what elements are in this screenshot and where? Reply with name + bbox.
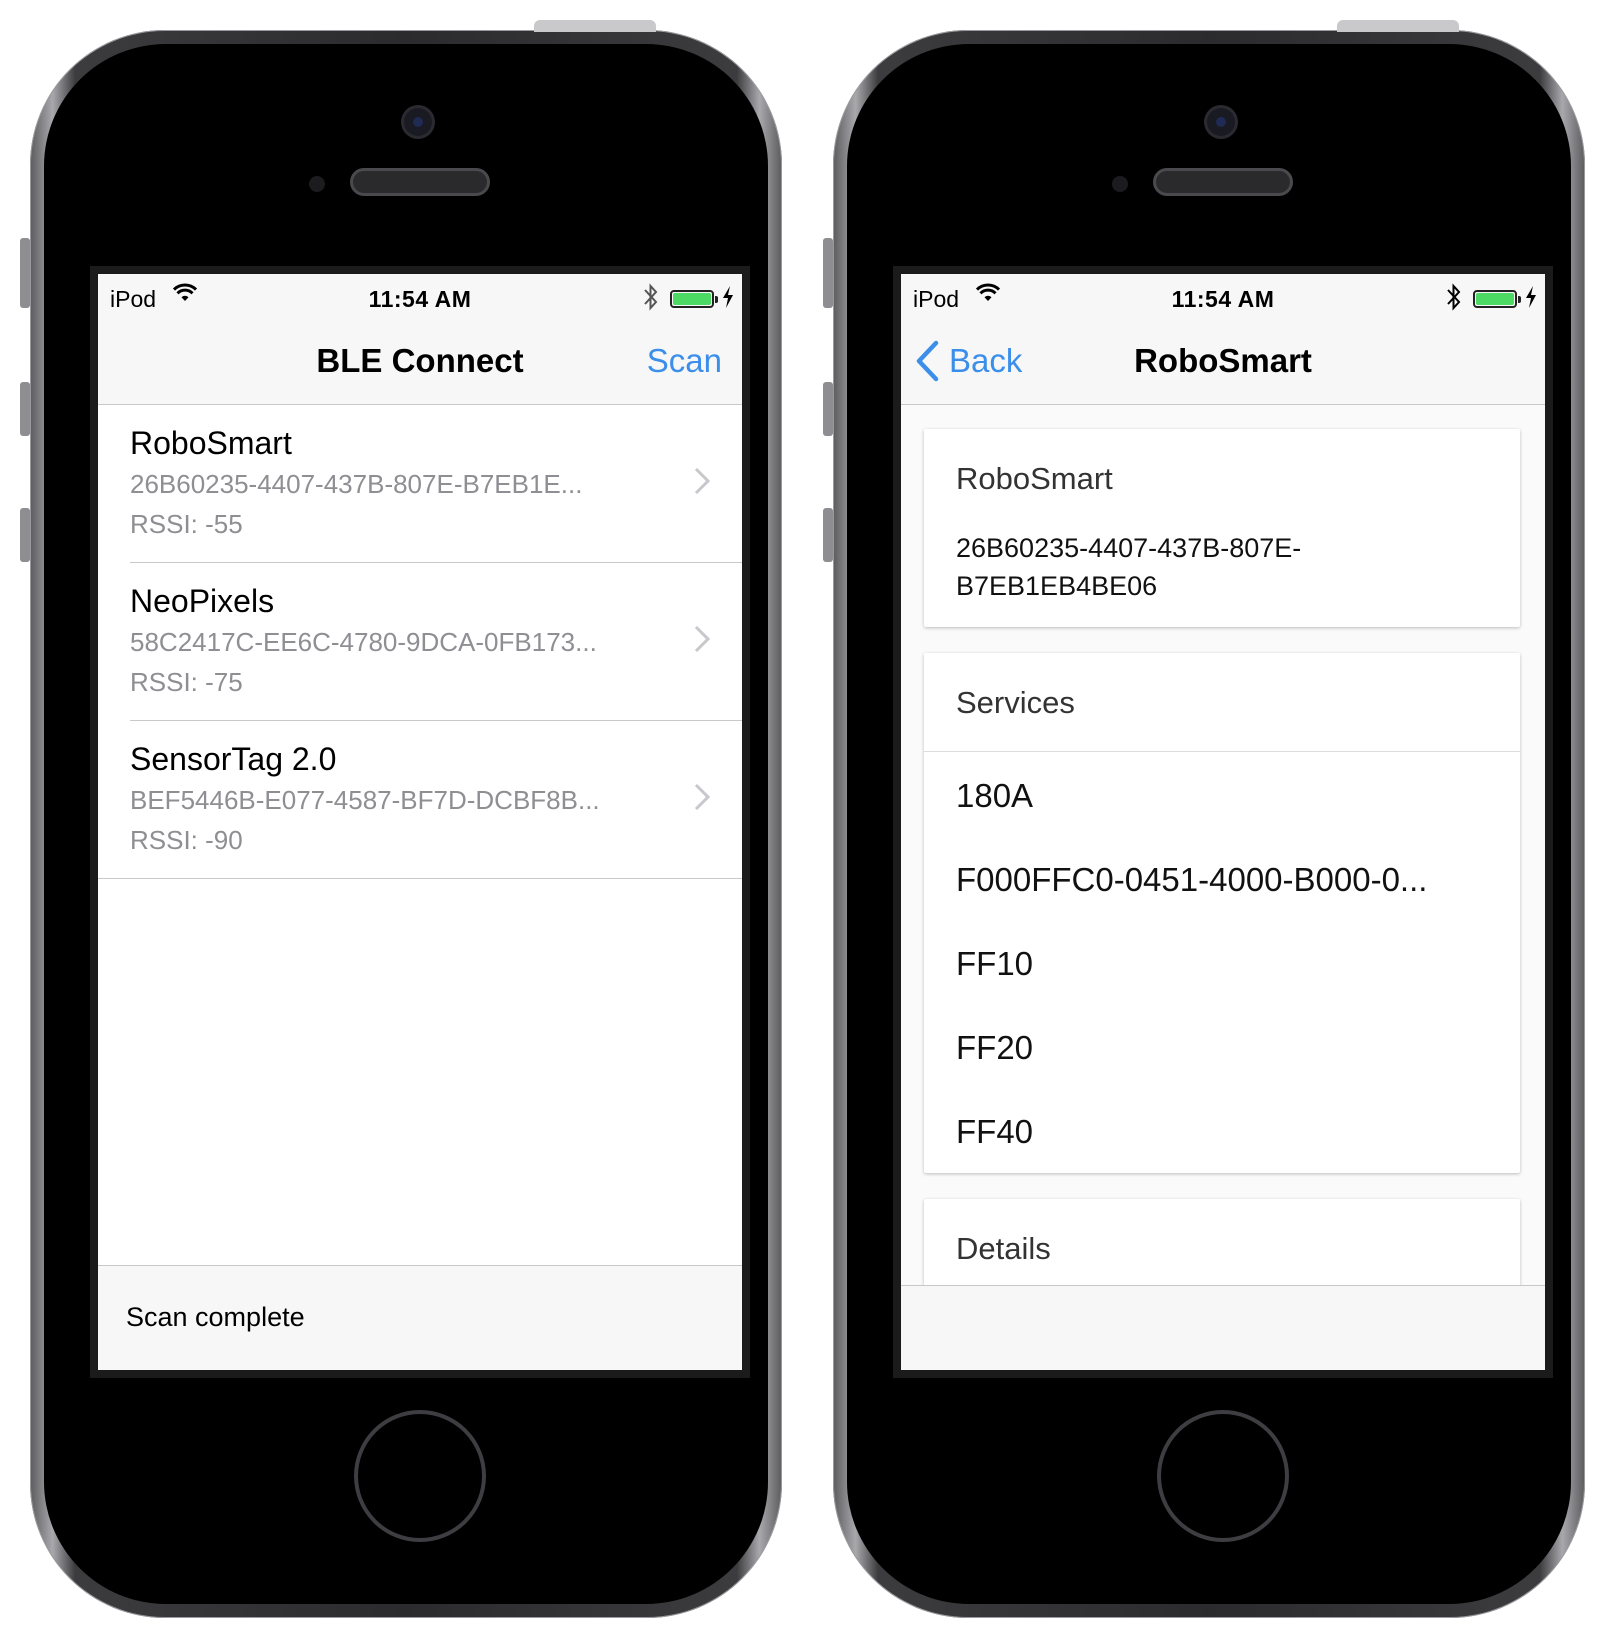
chevron-right-icon: [694, 625, 711, 658]
camera-icon: [404, 108, 432, 136]
device-info-card: RoboSmart 26B60235-4407-437B-807E- B7EB1…: [924, 429, 1520, 627]
device-rssi: RSSI: -90: [130, 825, 243, 855]
service-item[interactable]: FF10: [956, 945, 1033, 983]
device-row-robosmart[interactable]: RoboSmart 26B60235-4407-437B-807E-B7EB1E…: [98, 405, 742, 563]
row-separator: [98, 878, 742, 879]
device-name: RoboSmart: [956, 461, 1113, 496]
device-list: RoboSmart 26B60235-4407-437B-807E-B7EB1E…: [98, 405, 742, 879]
device-rssi: RSSI: -55: [130, 509, 243, 539]
page-title: RoboSmart: [1134, 342, 1312, 379]
home-button[interactable]: [1157, 1410, 1289, 1542]
service-item[interactable]: F000FFC0-0451-4000-B000-0...: [956, 861, 1427, 899]
device-uuid: 26B60235-4407-437B-807E- B7EB1EB4BE06: [956, 529, 1386, 605]
charging-bolt-icon: [722, 285, 734, 315]
device-row-neopixels[interactable]: NeoPixels 58C2417C-EE6C-4780-9DCA-0FB173…: [98, 563, 742, 721]
device-list-screen: iPod 11:54 AM BLE Connect Scan RoboSmart…: [98, 274, 742, 1370]
device-row-sensortag[interactable]: SensorTag 2.0 BEF5446B-E077-4587-BF7D-DC…: [98, 721, 742, 879]
device-name: SensorTag 2.0: [130, 741, 337, 777]
sensor: [309, 176, 325, 192]
status-bar: iPod 11:54 AM: [98, 274, 742, 324]
camera-icon: [1207, 108, 1235, 136]
device-bezel: iPod 11:54 AM Back RoboSmart RoboSmart 2…: [847, 44, 1571, 1604]
device-frame-left: iPod 11:54 AM BLE Connect Scan RoboSmart…: [20, 20, 782, 1618]
detail-scroll-area[interactable]: RoboSmart 26B60235-4407-437B-807E- B7EB1…: [901, 405, 1545, 1286]
service-item[interactable]: FF20: [956, 1029, 1033, 1067]
status-bar: iPod 11:54 AM: [901, 274, 1545, 324]
service-item[interactable]: 180A: [956, 777, 1033, 815]
status-footer: Scan complete: [98, 1265, 742, 1370]
scan-status-text: Scan complete: [126, 1302, 305, 1332]
device-rssi: RSSI: -75: [130, 667, 243, 697]
charging-bolt-icon: [1525, 285, 1537, 315]
mute-switch: [823, 238, 833, 308]
scan-button[interactable]: Scan: [647, 342, 722, 380]
speaker-grille: [350, 168, 490, 196]
volume-up-button: [823, 382, 833, 436]
volume-up-button: [20, 382, 30, 436]
device-uuid: 58C2417C-EE6C-4780-9DCA-0FB173...: [130, 627, 597, 657]
services-divider: [924, 751, 1520, 752]
device-frame-right: iPod 11:54 AM Back RoboSmart RoboSmart 2…: [823, 20, 1585, 1618]
volume-down-button: [20, 508, 30, 562]
battery-icon: [1473, 290, 1521, 308]
details-header: Details: [956, 1231, 1051, 1266]
device-uuid: BEF5446B-E077-4587-BF7D-DCBF8B...: [130, 785, 600, 815]
device-uuid-line: B7EB1EB4BE06: [956, 571, 1158, 601]
device-uuid-line: 26B60235-4407-437B-807E-: [956, 533, 1302, 563]
services-card: Services 180A F000FFC0-0451-4000-B000-0.…: [924, 653, 1520, 1173]
bluetooth-icon: [1445, 282, 1463, 318]
service-item[interactable]: FF40: [956, 1113, 1033, 1151]
device-uuid: 26B60235-4407-437B-807E-B7EB1E...: [130, 469, 583, 499]
navigation-bar: BLE Connect Scan: [98, 324, 742, 405]
device-bezel: iPod 11:54 AM BLE Connect Scan RoboSmart…: [44, 44, 768, 1604]
power-button: [1337, 20, 1459, 32]
screen-frame: iPod 11:54 AM BLE Connect Scan RoboSmart…: [90, 266, 750, 1378]
volume-down-button: [823, 508, 833, 562]
sensor: [1112, 176, 1128, 192]
speaker-grille: [1153, 168, 1293, 196]
screen-frame: iPod 11:54 AM Back RoboSmart RoboSmart 2…: [893, 266, 1553, 1378]
mute-switch: [20, 238, 30, 308]
details-card: Details: [924, 1199, 1520, 1286]
navigation-bar: Back RoboSmart: [901, 324, 1545, 405]
device-name: NeoPixels: [130, 583, 275, 619]
device-name: RoboSmart: [130, 425, 292, 461]
battery-icon: [670, 290, 718, 308]
chevron-right-icon: [694, 783, 711, 816]
chevron-right-icon: [694, 467, 711, 500]
device-detail-screen: iPod 11:54 AM Back RoboSmart RoboSmart 2…: [901, 274, 1545, 1370]
bluetooth-icon: [642, 282, 660, 318]
home-button[interactable]: [354, 1410, 486, 1542]
power-button: [534, 20, 656, 32]
page-title: BLE Connect: [316, 342, 524, 379]
services-header: Services: [956, 685, 1075, 720]
bottom-toolbar: [901, 1285, 1545, 1370]
